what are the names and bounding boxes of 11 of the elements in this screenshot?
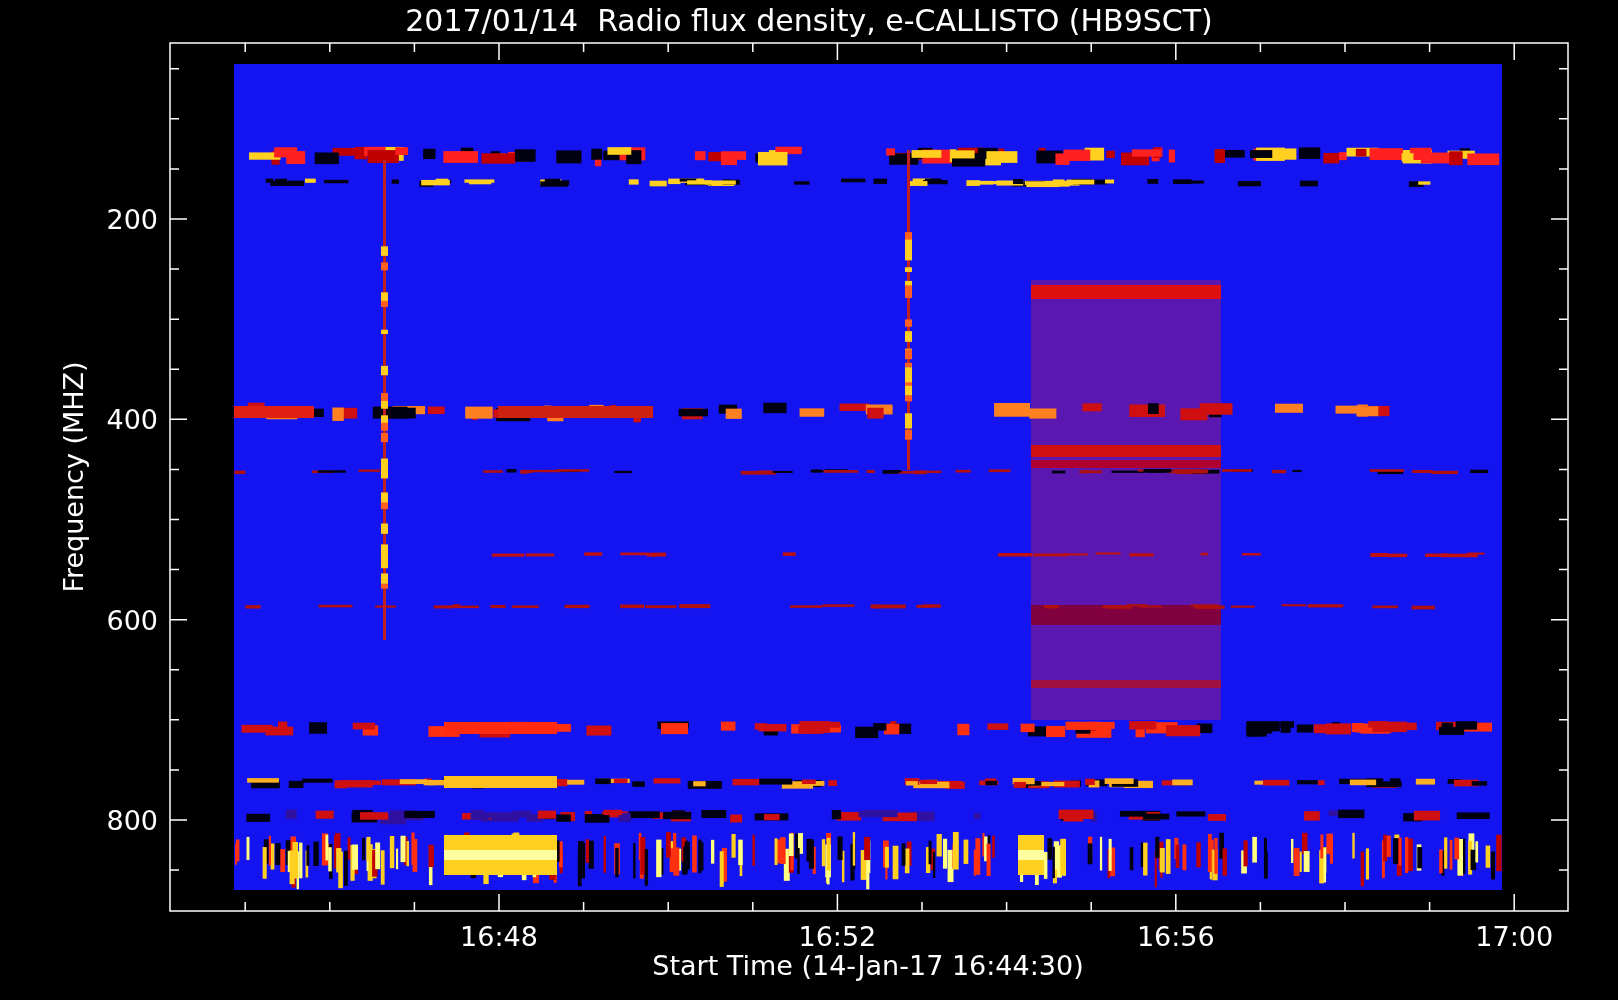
y-tick-label: 400 — [106, 404, 158, 436]
chart-title: 2017/01/14 Radio flux density, e-CALLISTO (HB9SCT) — [405, 3, 1213, 38]
x-tick-label: 16:48 — [460, 921, 538, 952]
y-tick-label: 200 — [106, 204, 158, 235]
y-axis-label: Frequency (MHZ) — [58, 361, 89, 593]
x-tick-label: 16:52 — [798, 921, 877, 952]
x-tick-label: 16:56 — [1136, 921, 1215, 952]
y-tick-label: 600 — [106, 604, 158, 636]
x-axis-label: Start Time (14-Jan-17 16:44:30) — [652, 950, 1084, 981]
y-tick-label: 800 — [106, 805, 158, 836]
x-tick-label: 17:00 — [1475, 921, 1554, 952]
